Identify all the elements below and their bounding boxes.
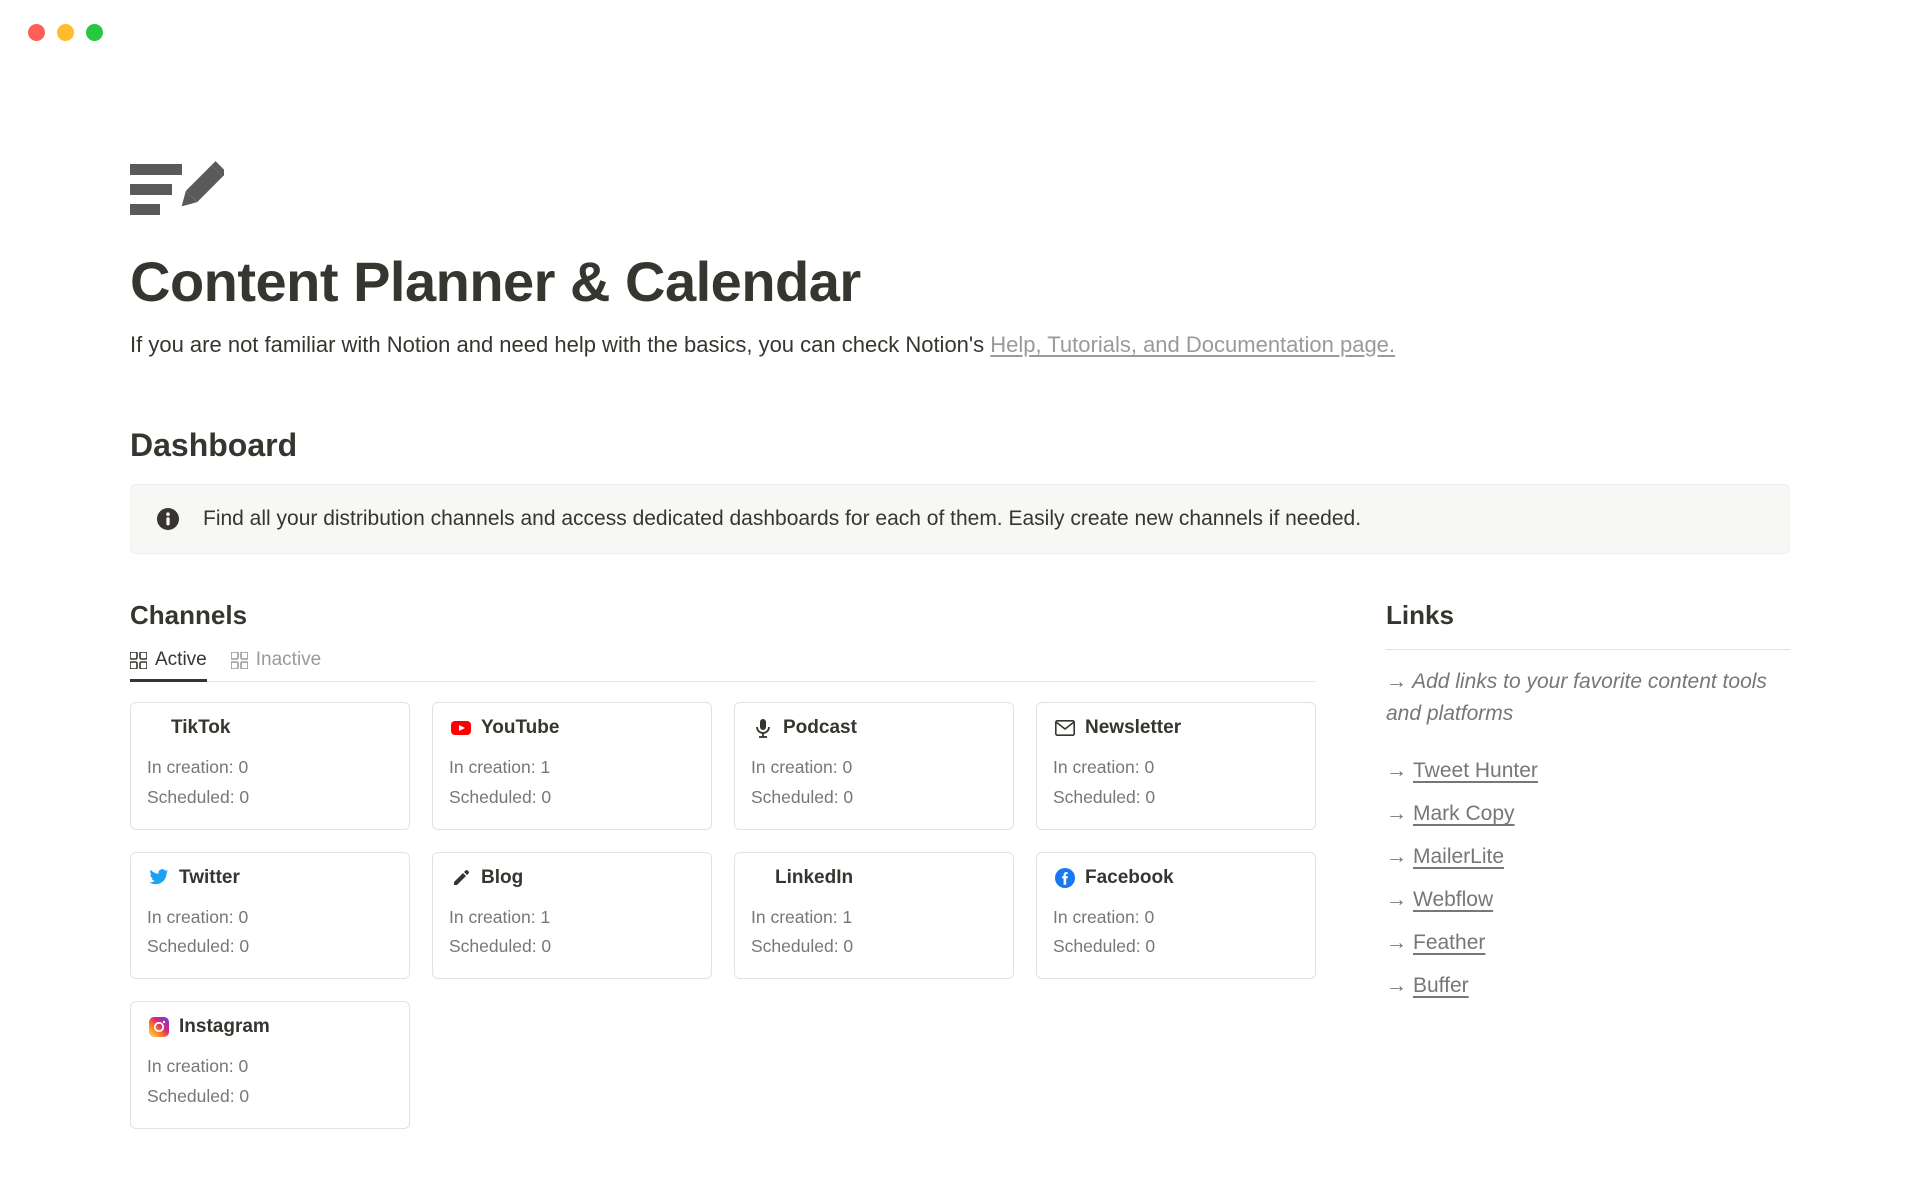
page-content: Content Planner & Calendar If you are no… bbox=[0, 41, 1920, 1129]
tab-active-label: Active bbox=[155, 649, 207, 671]
channel-in-creation: In creation: 0 bbox=[147, 753, 393, 783]
page-subtitle: If you are not familiar with Notion and … bbox=[130, 328, 1790, 361]
channel-name: Facebook bbox=[1085, 867, 1174, 889]
channel-card[interactable]: TikTok In creation: 0Scheduled: 0 bbox=[130, 702, 410, 830]
channel-scheduled: Scheduled: 0 bbox=[751, 783, 997, 813]
external-link[interactable]: Feather bbox=[1413, 921, 1485, 964]
channel-card[interactable]: Podcast In creation: 0Scheduled: 0 bbox=[734, 702, 1014, 830]
channel-card-title: YouTube bbox=[451, 717, 695, 739]
mail-icon bbox=[1055, 718, 1075, 738]
channel-card[interactable]: Blog In creation: 1Scheduled: 0 bbox=[432, 852, 712, 980]
channel-card[interactable]: Newsletter In creation: 0Scheduled: 0 bbox=[1036, 702, 1316, 830]
arrow-icon: → bbox=[1386, 835, 1407, 878]
channel-scheduled: Scheduled: 0 bbox=[1053, 783, 1299, 813]
channel-in-creation: In creation: 1 bbox=[449, 753, 695, 783]
divider bbox=[1386, 649, 1790, 650]
channels-heading: Channels bbox=[130, 600, 1316, 631]
channel-scheduled: Scheduled: 0 bbox=[147, 932, 393, 962]
help-docs-link[interactable]: Help, Tutorials, and Documentation page. bbox=[990, 332, 1395, 357]
channel-in-creation: In creation: 0 bbox=[1053, 903, 1299, 933]
arrow-icon: → bbox=[1386, 749, 1407, 792]
gallery-icon bbox=[231, 652, 248, 669]
channel-card-title: LinkedIn bbox=[775, 867, 997, 889]
channel-card[interactable]: YouTube In creation: 1Scheduled: 0 bbox=[432, 702, 712, 830]
arrow-icon: → bbox=[1386, 878, 1407, 921]
tab-active[interactable]: Active bbox=[130, 649, 207, 681]
channel-in-creation: In creation: 0 bbox=[751, 753, 997, 783]
channel-card[interactable]: Facebook In creation: 0Scheduled: 0 bbox=[1036, 852, 1316, 980]
channel-name: Podcast bbox=[783, 717, 857, 739]
instagram-icon bbox=[149, 1017, 169, 1037]
channel-in-creation: In creation: 0 bbox=[1053, 753, 1299, 783]
links-hint-text: Add links to your favorite content tools… bbox=[1386, 670, 1767, 725]
external-link[interactable]: Webflow bbox=[1413, 878, 1493, 921]
channel-name: Newsletter bbox=[1085, 717, 1181, 739]
channel-name: YouTube bbox=[481, 717, 559, 739]
link-row: →Tweet Hunter bbox=[1386, 749, 1790, 792]
links-hint: → Add links to your favorite content too… bbox=[1386, 666, 1790, 729]
links-list: →Tweet Hunter→Mark Copy→MailerLite→Webfl… bbox=[1386, 749, 1790, 1007]
tab-inactive[interactable]: Inactive bbox=[231, 649, 321, 681]
channel-scheduled: Scheduled: 0 bbox=[449, 932, 695, 962]
link-row: →Webflow bbox=[1386, 878, 1790, 921]
channel-card-title: Podcast bbox=[753, 717, 997, 739]
arrow-icon: → bbox=[1386, 921, 1407, 964]
link-row: →Mark Copy bbox=[1386, 792, 1790, 835]
channel-scheduled: Scheduled: 0 bbox=[147, 783, 393, 813]
channel-name: Instagram bbox=[179, 1016, 270, 1038]
channel-card[interactable]: LinkedIn In creation: 1Scheduled: 0 bbox=[734, 852, 1014, 980]
channel-card-title: Instagram bbox=[149, 1016, 393, 1038]
channel-card-title: TikTok bbox=[171, 717, 393, 739]
channel-card-title: Newsletter bbox=[1055, 717, 1299, 739]
channel-scheduled: Scheduled: 0 bbox=[1053, 932, 1299, 962]
arrow-icon: → bbox=[1386, 964, 1407, 1007]
channel-scheduled: Scheduled: 0 bbox=[147, 1082, 393, 1112]
window-close-button[interactable] bbox=[28, 24, 45, 41]
channel-name: TikTok bbox=[171, 717, 230, 739]
window-minimize-button[interactable] bbox=[57, 24, 74, 41]
window-zoom-button[interactable] bbox=[86, 24, 103, 41]
dashboard-heading: Dashboard bbox=[130, 427, 1790, 464]
youtube-icon bbox=[451, 718, 471, 738]
channel-name: Twitter bbox=[179, 867, 240, 889]
link-row: →Buffer bbox=[1386, 964, 1790, 1007]
info-icon bbox=[157, 508, 179, 530]
external-link[interactable]: Tweet Hunter bbox=[1413, 749, 1538, 792]
channels-grid: TikTokIn creation: 0Scheduled: 0YouTubeI… bbox=[130, 702, 1316, 1129]
channel-card-title: Twitter bbox=[149, 867, 393, 889]
twitter-icon bbox=[149, 868, 169, 888]
channel-card-title: Facebook bbox=[1055, 867, 1299, 889]
channel-card-title: Blog bbox=[451, 867, 695, 889]
arrow-icon: → bbox=[1386, 792, 1407, 835]
link-row: →Feather bbox=[1386, 921, 1790, 964]
channel-card[interactable]: Instagram In creation: 0Scheduled: 0 bbox=[130, 1001, 410, 1129]
tab-inactive-label: Inactive bbox=[256, 649, 321, 671]
subtitle-text: If you are not familiar with Notion and … bbox=[130, 332, 990, 357]
channel-scheduled: Scheduled: 0 bbox=[751, 932, 997, 962]
page-icon bbox=[130, 161, 230, 219]
channels-tabs: Active Inactive bbox=[130, 649, 1316, 682]
window-controls bbox=[0, 0, 1920, 41]
external-link[interactable]: Mark Copy bbox=[1413, 792, 1515, 835]
external-link[interactable]: MailerLite bbox=[1413, 835, 1504, 878]
link-row: →MailerLite bbox=[1386, 835, 1790, 878]
channel-name: LinkedIn bbox=[775, 867, 853, 889]
external-link[interactable]: Buffer bbox=[1413, 964, 1469, 1007]
channel-scheduled: Scheduled: 0 bbox=[449, 783, 695, 813]
channel-in-creation: In creation: 1 bbox=[449, 903, 695, 933]
channel-name: Blog bbox=[481, 867, 523, 889]
mic-icon bbox=[753, 718, 773, 738]
pencil-icon bbox=[451, 868, 471, 888]
channel-card[interactable]: Twitter In creation: 0Scheduled: 0 bbox=[130, 852, 410, 980]
page-title: Content Planner & Calendar bbox=[130, 249, 1790, 314]
facebook-icon bbox=[1055, 868, 1075, 888]
links-heading: Links bbox=[1386, 600, 1790, 631]
dashboard-callout-text: Find all your distribution channels and … bbox=[203, 507, 1361, 531]
channel-in-creation: In creation: 1 bbox=[751, 903, 997, 933]
dashboard-callout: Find all your distribution channels and … bbox=[130, 484, 1790, 554]
channel-in-creation: In creation: 0 bbox=[147, 1052, 393, 1082]
arrow-icon: → bbox=[1386, 670, 1412, 693]
channel-in-creation: In creation: 0 bbox=[147, 903, 393, 933]
gallery-icon bbox=[130, 652, 147, 669]
